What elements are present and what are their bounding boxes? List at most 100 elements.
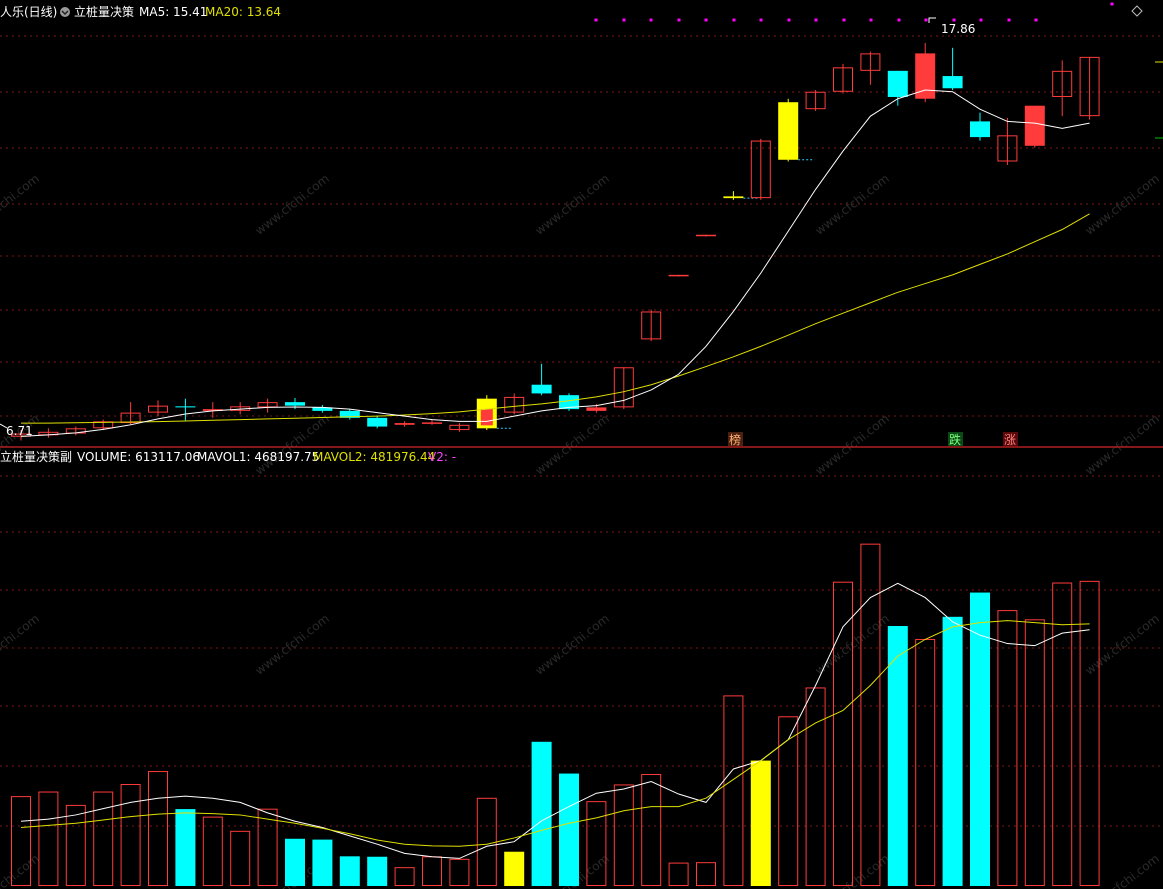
candle-body (175, 406, 196, 408)
watermark-text: www.cfchi.com (1082, 171, 1162, 237)
candle-body (970, 121, 990, 138)
volume-bar (915, 638, 936, 886)
volume-bar (1052, 582, 1073, 886)
volume-bar (1024, 619, 1045, 886)
ma-lines (20, 89, 1090, 437)
candle-body (778, 102, 799, 160)
candle-body (1024, 105, 1045, 146)
signal-dot (1034, 18, 1038, 22)
watermark-text: www.cfchi.com (532, 411, 612, 477)
volume-bar (887, 626, 908, 886)
dropdown-icon[interactable] (60, 7, 70, 17)
volume-bar (805, 687, 826, 887)
watermark-text: www.cfchi.com (252, 611, 332, 677)
candle-body (394, 423, 415, 425)
signal-dot (649, 18, 653, 22)
indicator-name[interactable]: 立桩量决策 (74, 4, 134, 19)
volume-bar (723, 695, 744, 887)
low-label: 6.71 (6, 424, 33, 438)
watermark-text: www.cfchi.com (252, 411, 332, 477)
signal-dot (1110, 2, 1114, 6)
watermark-text: www.cfchi.com (532, 171, 612, 237)
signal-dot (622, 18, 626, 22)
volume-bar (778, 716, 799, 886)
volume-bar (148, 771, 168, 886)
ma20-line (21, 213, 1090, 424)
signal-dot (787, 18, 791, 22)
ma5-label: MA5: 15.41 (139, 5, 207, 19)
volume-bar (38, 791, 59, 886)
volume-series (11, 543, 1100, 887)
candle-body (696, 234, 716, 237)
volume-bar (750, 760, 771, 886)
signal-dot (842, 18, 846, 22)
volume-bar (1079, 580, 1100, 886)
signal-dots (594, 2, 1114, 22)
v2-label: V2: - (428, 450, 456, 464)
volume-bar (202, 816, 223, 886)
watermark-text: www.cfchi.com (812, 171, 892, 237)
signal-dot (869, 18, 873, 22)
signal-dot (759, 18, 763, 22)
volume-bar (449, 858, 470, 887)
volume-bar (175, 809, 196, 886)
candle-body (367, 417, 388, 427)
ma5-line (20, 89, 1090, 437)
volume-bar (312, 839, 333, 886)
candle-body (668, 274, 689, 277)
volume-bar (65, 804, 86, 887)
signal-dot (924, 18, 928, 22)
volume-bar (120, 784, 141, 886)
badge-die[interactable]: 跌 (949, 432, 961, 447)
stock-name[interactable]: 人乐(日线) (0, 5, 57, 19)
signal-dot (897, 18, 901, 22)
candle-body (586, 407, 607, 411)
volume-bar (641, 773, 662, 887)
signal-dot (732, 18, 736, 22)
signal-dot (1007, 18, 1011, 22)
badge-zhang[interactable]: 涨 (1004, 432, 1016, 447)
volume-bar (668, 862, 689, 886)
high-marker (928, 17, 936, 23)
volume-bar (93, 791, 114, 886)
volume-bar (394, 867, 415, 887)
signal-dot (594, 18, 598, 22)
volume-bar (970, 592, 990, 886)
watermark-text: www.cfchi.com (1082, 851, 1162, 889)
signal-dot (704, 18, 708, 22)
candle-body (723, 196, 744, 199)
candle-inner (480, 409, 493, 426)
volume-bar (422, 856, 442, 887)
candle-body (887, 70, 908, 97)
watermark-text: www.cfchi.com (0, 851, 42, 889)
signal-dot (677, 18, 681, 22)
sub-indicator-name[interactable]: 立桩量决策副 (0, 449, 72, 464)
volume-bar (230, 830, 251, 886)
volume-bar (860, 543, 881, 887)
candle-series (11, 42, 1100, 441)
watermark-text: www.cfchi.com (252, 171, 332, 237)
watermark-text: www.cfchi.com (1082, 411, 1162, 477)
volume-bar (942, 616, 963, 886)
volume-bar (339, 856, 360, 886)
mavol2-label: MAVOL2: 481976.44 (313, 450, 435, 464)
volume-bar (476, 797, 497, 886)
signal-dot (814, 18, 818, 22)
watermark-text: www.cfchi.com (1082, 611, 1162, 677)
badge-bang[interactable]: 榜 (729, 432, 741, 447)
chart-canvas: www.cfchi.com www.cfchi.com www.cfchi.com w… (0, 2, 1163, 889)
candle-body (942, 76, 963, 89)
volume-bar (367, 856, 388, 886)
volume-bar (696, 862, 716, 887)
volume-bar (997, 610, 1018, 886)
watermark-text: www.cfchi.com (0, 411, 42, 477)
high-label: 17.86 (941, 22, 975, 36)
watermark-text: www.cfchi.com (0, 171, 42, 237)
volume-bar (531, 741, 552, 886)
watermark-text: www.cfchi.com (0, 611, 42, 677)
diamond-icon[interactable] (1131, 5, 1143, 17)
volume-label: VOLUME: 613117.06 (77, 450, 200, 464)
volume-bar (504, 851, 525, 886)
watermark-text: www.cfchi.com (532, 611, 612, 677)
candle-body (531, 384, 552, 394)
